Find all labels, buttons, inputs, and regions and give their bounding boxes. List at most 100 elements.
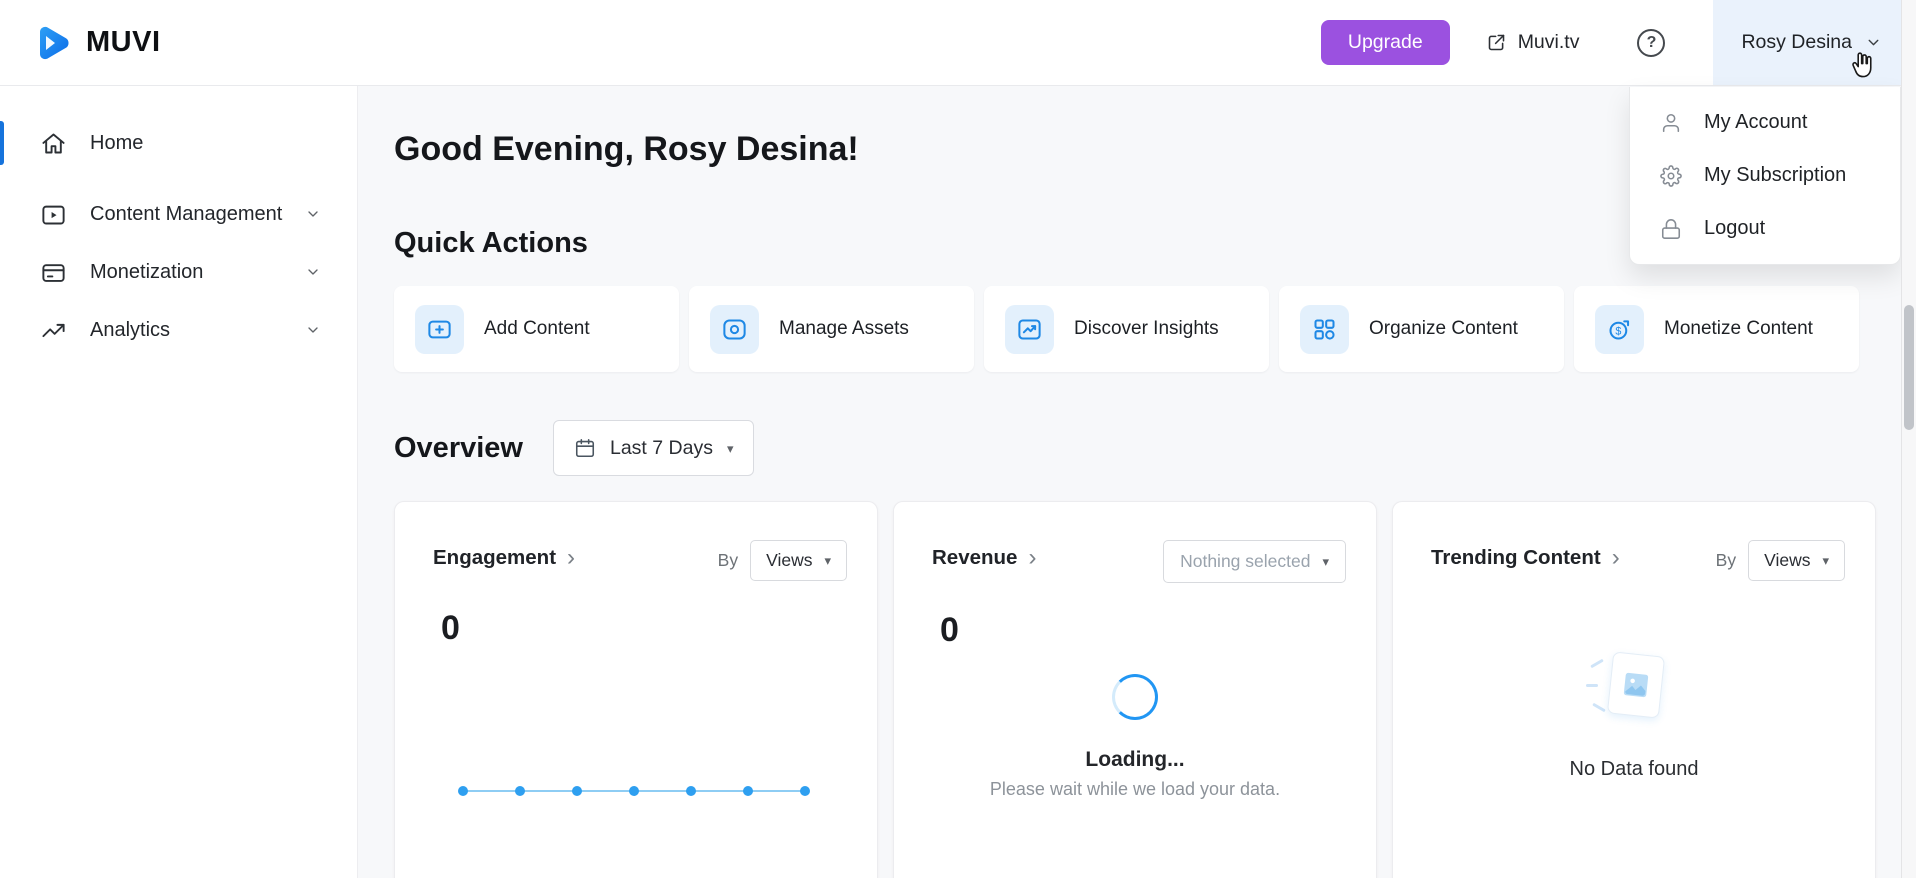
revenue-card-title[interactable]: Revenue › (932, 546, 1036, 570)
trending-metric-value: Views (1764, 550, 1810, 571)
organize-content-icon (1300, 305, 1349, 354)
menu-item-label: My Subscription (1704, 164, 1846, 187)
user-menu-trigger[interactable]: Rosy Desina (1713, 0, 1916, 85)
menu-item-logout[interactable]: Logout (1630, 202, 1900, 255)
vertical-scrollbar[interactable] (1901, 0, 1916, 878)
chart-data-point (743, 786, 753, 796)
external-link-icon (1486, 32, 1507, 53)
chart-data-point (800, 786, 810, 796)
chart-data-point (629, 786, 639, 796)
revenue-value: 0 (940, 611, 1376, 650)
chevron-down-icon (305, 322, 321, 338)
quick-action-add-content[interactable]: Add Content (394, 286, 679, 372)
overview-title: Overview (394, 432, 523, 465)
trending-card-title[interactable]: Trending Content › (1431, 546, 1620, 570)
topbar: MUVI Upgrade Muvi.tv ? Rosy Desina (0, 0, 1916, 86)
revenue-card: Revenue › Nothing selected ▾ 0 Loading..… (893, 501, 1377, 878)
revenue-filter-select[interactable]: Nothing selected ▾ (1163, 540, 1346, 583)
date-range-dropdown[interactable]: Last 7 Days ▾ (553, 420, 755, 476)
sidebar: Home Content Management Monetization (0, 86, 358, 878)
caret-down-icon: ▾ (727, 442, 734, 455)
chart-data-point (515, 786, 525, 796)
trending-metric-select[interactable]: Views ▾ (1748, 540, 1845, 581)
svg-text:$: $ (1615, 325, 1621, 337)
caret-down-icon: ▾ (824, 554, 831, 567)
calendar-icon (574, 437, 596, 459)
trending-content-card: Trending Content › By Views ▾ (1392, 501, 1876, 878)
card-title-text: Trending Content (1431, 546, 1601, 570)
sidebar-item-label: Analytics (90, 319, 170, 342)
caret-down-icon: ▾ (1322, 555, 1329, 568)
menu-item-label: My Account (1704, 111, 1807, 134)
engagement-metric-select[interactable]: Views ▾ (750, 540, 847, 581)
engagement-card-title[interactable]: Engagement › (433, 546, 575, 570)
manage-assets-icon (710, 305, 759, 354)
chevron-down-icon (305, 206, 321, 222)
user-dropdown-menu: My Account My Subscription Logout (1629, 87, 1901, 265)
muvi-tv-link[interactable]: Muvi.tv (1486, 31, 1580, 54)
menu-item-label: Logout (1704, 217, 1765, 240)
overview-header: Overview Last 7 Days ▾ (394, 420, 1916, 476)
overview-cards: Engagement › By Views ▾ 0 (394, 501, 1916, 878)
chart-data-point (572, 786, 582, 796)
sidebar-item-label: Home (90, 132, 143, 155)
by-label: By (1716, 550, 1736, 571)
engagement-chart-dots (458, 786, 810, 796)
quick-action-label: Add Content (484, 318, 590, 340)
loading-spinner-icon (1112, 674, 1158, 720)
chart-data-point (686, 786, 696, 796)
quick-action-label: Manage Assets (779, 318, 909, 340)
quick-action-label: Monetize Content (1664, 318, 1813, 340)
help-icon[interactable]: ? (1637, 29, 1665, 57)
muvi-tv-label: Muvi.tv (1518, 31, 1580, 54)
revenue-loading-state: Loading... Please wait while we load you… (894, 674, 1376, 800)
no-data-image-icon (1594, 648, 1674, 724)
chevron-right-icon: › (1028, 546, 1036, 570)
analytics-icon (40, 317, 67, 344)
card-title-text: Engagement (433, 546, 556, 570)
chevron-down-icon (1865, 34, 1882, 51)
engagement-line-chart (458, 785, 810, 797)
chevron-right-icon: › (567, 546, 575, 570)
engagement-metric-value: Views (766, 550, 812, 571)
quick-action-manage-assets[interactable]: Manage Assets (689, 286, 974, 372)
gear-icon (1660, 165, 1682, 187)
sidebar-item-home[interactable]: Home (0, 114, 357, 172)
card-title-text: Revenue (932, 546, 1017, 570)
menu-item-my-account[interactable]: My Account (1630, 96, 1900, 149)
sidebar-item-content-management[interactable]: Content Management (0, 185, 357, 243)
quick-action-label: Discover Insights (1074, 318, 1219, 340)
user-icon (1660, 112, 1682, 134)
monetization-icon (40, 259, 67, 286)
sidebar-item-label: Content Management (90, 203, 282, 226)
quick-actions-row: Add Content Manage Assets Discover Insig… (394, 286, 1916, 372)
home-icon (40, 130, 67, 157)
discover-insights-icon (1005, 305, 1054, 354)
sidebar-item-label: Monetization (90, 261, 203, 284)
chevron-down-icon (305, 264, 321, 280)
chevron-right-icon: › (1612, 546, 1620, 570)
quick-action-organize-content[interactable]: Organize Content (1279, 286, 1564, 372)
scrollbar-thumb[interactable] (1904, 305, 1914, 430)
loading-title: Loading... (1085, 748, 1184, 772)
revenue-filter-value: Nothing selected (1180, 551, 1310, 572)
by-label: By (718, 550, 738, 571)
muvi-logo-icon (33, 23, 73, 63)
trending-empty-state: No Data found (1393, 648, 1875, 781)
chart-data-point (458, 786, 468, 796)
sidebar-item-analytics[interactable]: Analytics (0, 301, 357, 359)
sidebar-item-monetization[interactable]: Monetization (0, 243, 357, 301)
menu-item-my-subscription[interactable]: My Subscription (1630, 149, 1900, 202)
date-range-value: Last 7 Days (610, 437, 713, 460)
monetize-content-icon: $ (1595, 305, 1644, 354)
upgrade-button[interactable]: Upgrade (1321, 20, 1450, 65)
caret-down-icon: ▾ (1822, 554, 1829, 567)
quick-action-monetize-content[interactable]: $ Monetize Content (1574, 286, 1859, 372)
content-management-icon (40, 201, 67, 228)
muvi-logo: MUVI (33, 23, 161, 63)
quick-action-label: Organize Content (1369, 318, 1518, 340)
loading-message: Please wait while we load your data. (990, 779, 1280, 800)
user-name: Rosy Desina (1741, 31, 1852, 54)
quick-action-discover-insights[interactable]: Discover Insights (984, 286, 1269, 372)
no-data-text: No Data found (1570, 758, 1699, 781)
